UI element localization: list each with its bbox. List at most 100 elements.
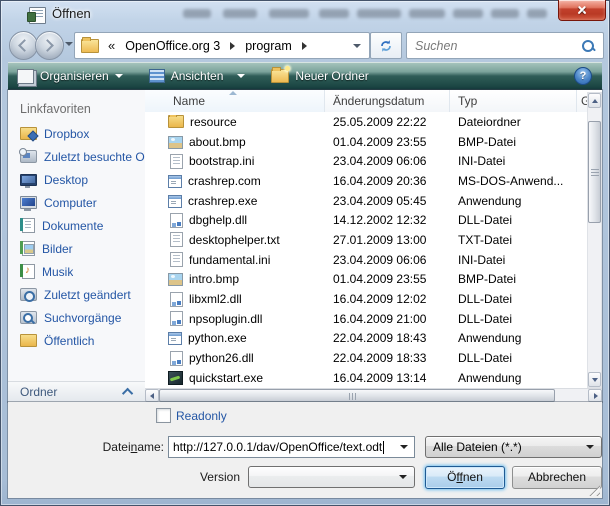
help-button[interactable]: ? [574,67,592,85]
table-row[interactable]: about.bmp01.04.2009 23:55BMP-Datei [145,132,587,152]
open-button[interactable]: Öffnen [425,466,505,489]
file-name: bootstrap.ini [189,154,254,168]
table-row[interactable]: crashrep.com16.04.2009 20:36MS-DOS-Anwen… [145,171,587,191]
sidebar-item[interactable]: Öffentlich [8,329,145,352]
scroll-left-button[interactable] [145,389,159,402]
column-label: Name [173,94,205,108]
file-name: dbghelp.dll [189,213,247,227]
organize-button[interactable]: Organisieren [8,64,132,88]
refresh-button[interactable] [370,32,402,59]
table-row[interactable]: quickstart.exe16.04.2009 13:14Anwendung [145,368,587,388]
triangle-up-icon [592,99,598,103]
filename-input[interactable]: http://127.0.0.1/dav/OpenOffice/text.odt [168,436,415,458]
back-arrow-icon [18,39,31,52]
sidebar-item[interactable]: Computer [8,191,145,214]
close-button[interactable] [558,0,606,21]
table-row[interactable]: dbghelp.dll14.12.2002 12:32DLL-Datei [145,210,587,230]
column-header-date[interactable]: Änderungsdatum [325,90,450,112]
breadcrumb[interactable]: « OpenOffice.org 3 program [74,32,370,59]
readonly-checkbox-row[interactable]: Readonly [156,408,227,423]
file-name: resource [190,115,237,129]
breadcrumb-segment[interactable]: program [239,39,298,53]
sidebar-item[interactable]: Zuletzt besuchte Orte [8,145,145,168]
new-folder-button[interactable]: Neuer Ordner [262,64,377,88]
horizontal-scroll-thumb[interactable] [159,389,555,402]
table-row[interactable]: desktophelper.txt27.01.2009 13:00TXT-Dat… [145,230,587,250]
file-name-cell: about.bmp [145,135,325,149]
sidebar-item[interactable]: Musik [8,260,145,283]
sidebar-item[interactable]: Bilder [8,237,145,260]
text-file-icon [170,232,183,247]
sidebar-item[interactable]: Desktop [8,168,145,191]
breadcrumb-segment[interactable]: OpenOffice.org 3 [119,39,226,53]
background-window-blur [269,9,309,18]
file-date: 16.04.2009 13:14 [325,371,450,385]
scroll-right-button[interactable] [588,389,602,402]
background-window-blur [319,9,349,18]
version-select[interactable] [248,466,415,488]
file-date: 16.04.2009 21:00 [325,312,450,326]
search-icon[interactable] [581,39,595,53]
filetype-select[interactable]: Alle Dateien (*.*) [425,436,602,458]
computer-icon [20,196,37,209]
scroll-up-button[interactable] [588,93,601,108]
table-row[interactable]: npsoplugin.dll16.04.2009 21:00DLL-Datei [145,309,587,329]
breadcrumb-collapsed-button[interactable]: « [104,38,119,53]
search-input[interactable]: Suchen [406,32,604,59]
recent-places-icon [20,150,37,163]
column-header-size[interactable]: G [577,90,587,112]
views-icon [149,69,165,83]
sidebar-item[interactable]: Dokumente [8,214,145,237]
column-header-type[interactable]: Typ [450,90,577,112]
triangle-right-icon [594,393,598,399]
documents-icon [22,218,35,233]
file-date: 23.04.2009 05:45 [325,194,450,208]
titlebar[interactable]: Öffnen [0,0,610,28]
breadcrumb-chevron-icon[interactable] [302,42,307,50]
breadcrumb-chevron-icon[interactable] [230,42,235,50]
application-icon [168,175,182,188]
cancel-button[interactable]: Abbrechen [512,466,602,489]
table-row[interactable]: python26.dll22.04.2009 18:33DLL-Datei [145,348,587,368]
image-file-icon [168,136,183,149]
horizontal-scrollbar[interactable] [145,388,602,402]
views-button[interactable]: Ansichten [140,64,255,88]
filename-label: Dateiname: [48,440,164,454]
application-icon [168,195,182,208]
table-row[interactable]: resource25.05.2009 22:22Dateiordner [145,112,587,132]
vertical-scrollbar[interactable] [587,92,602,388]
filename-dropdown-button[interactable] [400,445,408,449]
table-row[interactable]: libxml2.dll16.04.2009 12:02DLL-Datei [145,289,587,309]
readonly-checkbox[interactable] [156,408,171,423]
folders-expander[interactable]: Ordner [8,381,145,402]
table-row[interactable]: intro.bmp01.04.2009 23:55BMP-Datei [145,270,587,290]
recently-changed-icon [20,288,37,301]
file-name-cell: dbghelp.dll [145,213,325,228]
sort-ascending-icon [229,91,237,95]
address-dropdown-button[interactable] [353,44,361,48]
dll-file-icon [170,213,183,228]
sidebar-header: Linkfavoriten [20,102,91,116]
chevron-down-icon [115,74,123,78]
back-button[interactable] [9,31,38,60]
sidebar-item[interactable]: Suchvorgänge [8,306,145,329]
sidebar-item[interactable]: Zuletzt geändert [8,283,145,306]
file-type: MS-DOS-Anwend... [450,174,577,188]
table-row[interactable]: fundamental.ini23.04.2009 06:06INI-Datei [145,250,587,270]
forward-arrow-icon [41,39,54,52]
file-name-cell: npsoplugin.dll [145,311,325,326]
table-row[interactable]: crashrep.exe23.04.2009 05:45Anwendung [145,191,587,211]
column-header-name[interactable]: Name [145,90,325,112]
column-label: Typ [458,94,477,108]
recent-pages-dropdown[interactable] [65,42,73,46]
file-date: 27.01.2009 13:00 [325,233,450,247]
file-name: desktophelper.txt [189,233,280,247]
table-row[interactable]: python.exe22.04.2009 18:43Anwendung [145,329,587,349]
table-row[interactable]: bootstrap.ini23.04.2009 06:06INI-Datei [145,151,587,171]
forward-button[interactable] [35,31,64,60]
scroll-down-button[interactable] [588,372,601,387]
quickstart-icon [168,371,183,385]
sidebar-item[interactable]: Dropbox [8,122,145,145]
file-name: intro.bmp [189,272,239,286]
vertical-scroll-thumb[interactable] [588,121,601,223]
